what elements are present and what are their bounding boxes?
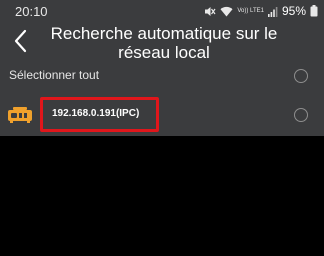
- select-all-label: Sélectionner tout: [9, 68, 100, 82]
- battery-percentage: 95%: [281, 4, 306, 18]
- header-panel: 20:10 Vo)) LTE1 95% Recherche automatiqu…: [0, 0, 324, 136]
- select-all-row[interactable]: Sélectionner tout: [0, 64, 324, 88]
- signal-icon: [267, 6, 278, 17]
- mute-icon: [204, 6, 216, 17]
- page-title: Recherche automatique sur le réseau loca…: [50, 24, 278, 62]
- volte-icon: Vo)) LTE1: [237, 8, 264, 14]
- status-time: 20:10: [15, 4, 48, 19]
- camera-device-icon: [6, 106, 34, 124]
- device-row[interactable]: 192.168.0.191(IPC): [0, 96, 324, 134]
- wifi-icon: [220, 6, 233, 17]
- battery-icon: [310, 5, 318, 17]
- status-icons: Vo)) LTE1 95%: [204, 4, 318, 18]
- device-radio[interactable]: [294, 108, 308, 122]
- back-chevron-icon[interactable]: [10, 28, 32, 54]
- select-all-radio[interactable]: [294, 69, 308, 83]
- status-bar: 20:10 Vo)) LTE1 95%: [0, 0, 324, 24]
- app-header: Recherche automatique sur le réseau loca…: [0, 22, 324, 62]
- device-label: 192.168.0.191(IPC): [52, 108, 140, 119]
